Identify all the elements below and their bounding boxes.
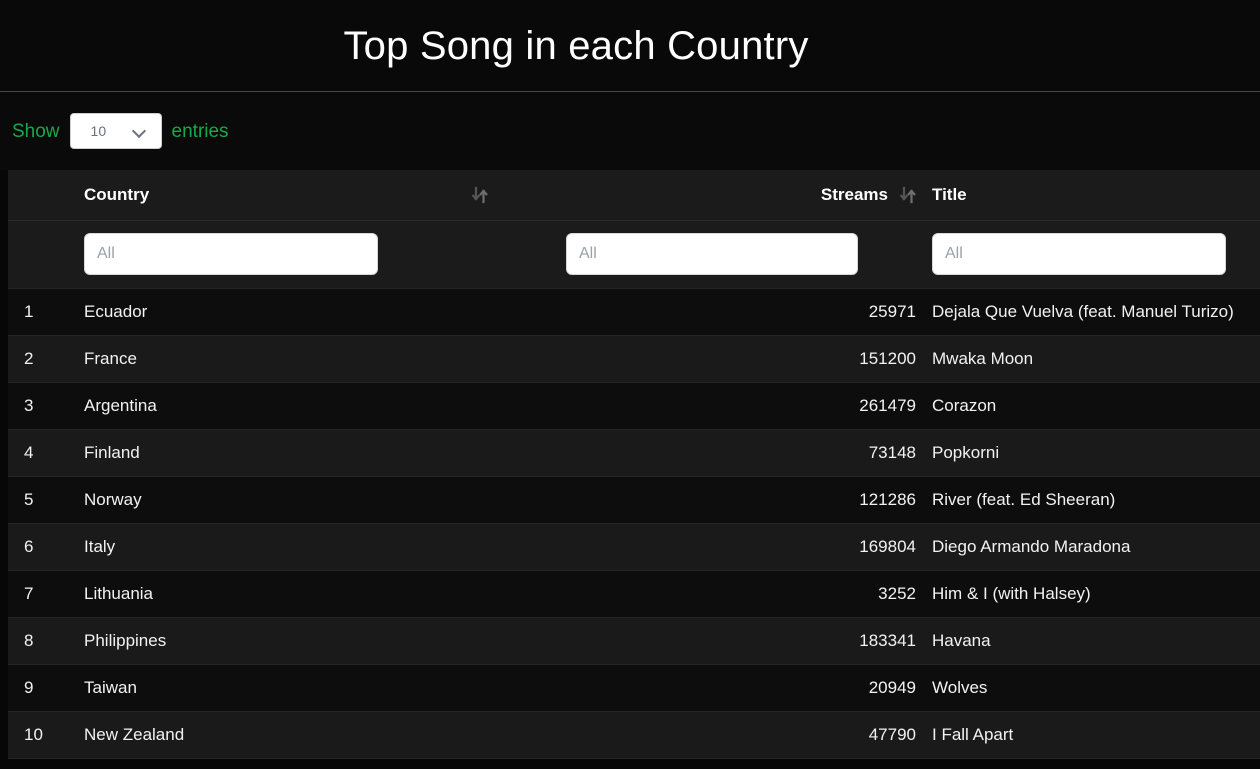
cell-index: 2 [8,335,76,383]
table-row[interactable]: 5 Norway 121286 River (feat. Ed Sheeran) [8,476,1260,524]
column-header-country[interactable]: Country [76,170,496,221]
page-title: Top Song in each Country [343,23,809,68]
table-header-row: Country Streams Title [8,170,1260,221]
entries-label: entries [171,120,229,142]
sort-updown-icon[interactable] [472,185,488,205]
cell-country: Taiwan [76,664,496,712]
cell-index: 4 [8,429,76,477]
column-header-title-label: Title [932,184,967,204]
cell-title: Popkorni [924,429,1260,477]
column-header-title[interactable]: Title [924,170,1260,221]
column-header-streams-label: Streams [820,184,888,204]
table-row[interactable]: 10 New Zealand 47790 I Fall Apart [8,711,1260,759]
cell-title: Wolves [924,664,1260,712]
cell-streams: 151200 [496,335,924,383]
cell-title: Diego Armando Maradona [924,523,1260,571]
table-row[interactable]: 6 Italy 169804 Diego Armando Maradona [8,523,1260,571]
cell-streams: 25971 [496,288,924,336]
cell-index: 10 [8,711,76,759]
country-filter-input[interactable] [84,233,378,275]
column-header-country-label: Country [84,184,150,204]
cell-title: River (feat. Ed Sheeran) [924,476,1260,524]
page-length-select[interactable]: 10 [69,113,162,149]
table-row[interactable]: 4 Finland 73148 Popkorni [8,429,1260,477]
table-row[interactable]: 9 Taiwan 20949 Wolves [8,664,1260,712]
title-bar: Top Song in each Country [0,0,1260,92]
column-header-streams[interactable]: Streams [496,170,924,221]
filter-cell-index [8,220,76,289]
streams-filter-input[interactable] [566,233,858,275]
cell-streams: 47790 [496,711,924,759]
cell-streams: 3252 [496,570,924,618]
table-header: Country Streams Title All All All [8,170,1260,289]
cell-streams: 261479 [496,382,924,430]
cell-streams: 183341 [496,617,924,665]
cell-streams: 20949 [496,664,924,712]
cell-index: 6 [8,523,76,571]
cell-country: Ecuador [76,288,496,336]
cell-country: Italy [76,523,496,571]
filter-cell-title [924,220,1260,289]
table-row[interactable]: 2 France 151200 Mwaka Moon [8,335,1260,383]
cell-country: France [76,335,496,383]
title-filter-input[interactable] [932,233,1226,275]
top-song-table: Country Streams Title All All All 1 Ecua… [8,170,1260,759]
page-length-value: 10 [90,123,107,139]
cell-index: 5 [8,476,76,524]
cell-country: Lithuania [76,570,496,618]
chevron-down-icon [133,124,147,138]
cell-title: I Fall Apart [924,711,1260,759]
cell-streams: 121286 [496,476,924,524]
cell-title: Havana [924,617,1260,665]
cell-index: 1 [8,288,76,336]
data-table-container: Country Streams Title All All All 1 Ecua… [8,170,1260,759]
cell-streams: 73148 [496,429,924,477]
table-length-control: Show 10 entries [0,92,1260,170]
cell-title: Corazon [924,382,1260,430]
cell-country: New Zealand [76,711,496,759]
cell-index: 9 [8,664,76,712]
table-filter-row [8,220,1260,289]
table-row[interactable]: 3 Argentina 261479 Corazon [8,382,1260,430]
cell-title: Dejala Que Vuelva (feat. Manuel Turizo) [924,288,1260,336]
table-body: 1 Ecuador 25971 Dejala Que Vuelva (feat. Ma… [8,288,1260,759]
cell-country: Norway [76,476,496,524]
show-label: Show [12,120,60,142]
cell-country: Philippines [76,617,496,665]
cell-index: 7 [8,570,76,618]
table-row[interactable]: 8 Philippines 183341 Havana [8,617,1260,665]
cell-streams: 169804 [496,523,924,571]
cell-country: Argentina [76,382,496,430]
column-header-index [8,170,76,221]
filter-cell-streams [496,220,924,289]
sort-updown-icon[interactable] [900,185,916,205]
cell-title: Mwaka Moon [924,335,1260,383]
cell-country: Finland [76,429,496,477]
cell-index: 8 [8,617,76,665]
cell-index: 3 [8,382,76,430]
filter-cell-country [76,220,496,289]
cell-title: Him & I (with Halsey) [924,570,1260,618]
table-row[interactable]: 7 Lithuania 3252 Him & I (with Halsey) [8,570,1260,618]
table-row[interactable]: 1 Ecuador 25971 Dejala Que Vuelva (feat. Ma… [8,288,1260,336]
